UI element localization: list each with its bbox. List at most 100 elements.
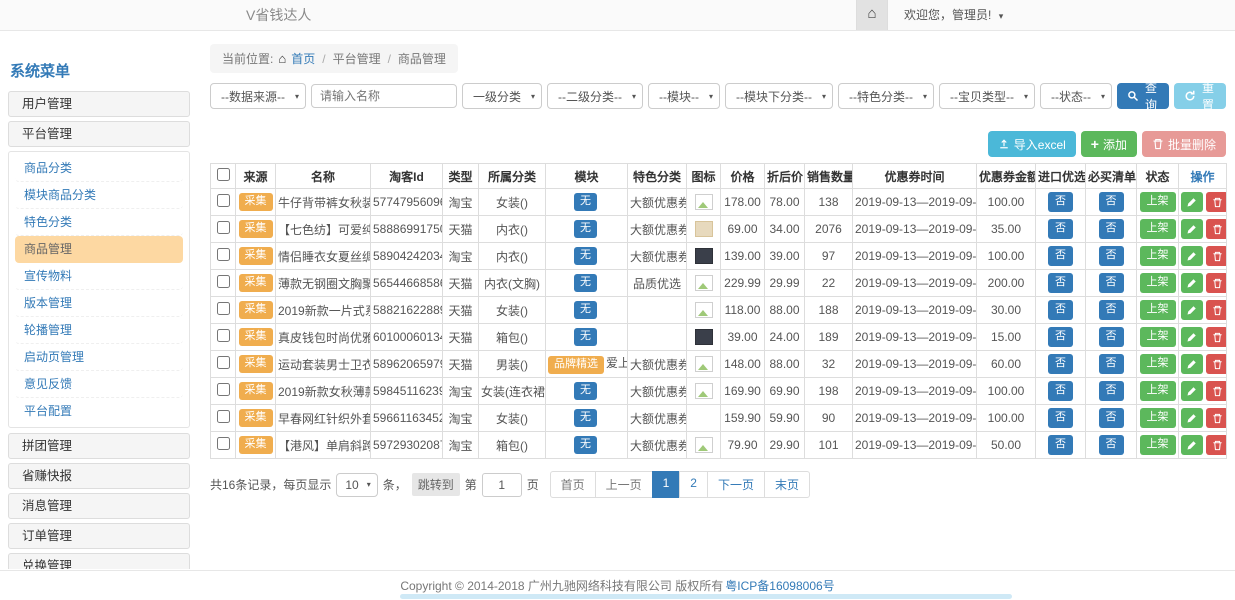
must-buy-toggle[interactable]: 否: [1099, 327, 1124, 346]
filter-select[interactable]: --特色分类-- ▾: [838, 83, 934, 109]
delete-button[interactable]: [1206, 219, 1227, 239]
status-badge[interactable]: 上架: [1140, 300, 1176, 319]
delete-button[interactable]: [1206, 327, 1227, 347]
row-checkbox[interactable]: [217, 221, 230, 234]
add-button[interactable]: + 添加: [1081, 131, 1137, 157]
delete-button[interactable]: [1206, 192, 1227, 212]
reset-button[interactable]: 重置: [1174, 83, 1226, 109]
page-number-input[interactable]: [482, 473, 522, 497]
sidebar-submenu-item[interactable]: 特色分类: [15, 209, 183, 236]
delete-button[interactable]: [1206, 381, 1227, 401]
import-select-toggle[interactable]: 否: [1048, 327, 1073, 346]
edit-button[interactable]: [1181, 381, 1203, 401]
must-buy-toggle[interactable]: 否: [1099, 219, 1124, 238]
pager-button[interactable]: 末页: [764, 471, 810, 498]
sidebar-submenu-item[interactable]: 启动页管理: [15, 344, 183, 371]
sidebar-section[interactable]: 用户管理: [8, 91, 190, 117]
sidebar-section[interactable]: 订单管理: [8, 523, 190, 549]
import-select-toggle[interactable]: 否: [1048, 246, 1073, 265]
delete-button[interactable]: [1206, 273, 1227, 293]
sidebar-section[interactable]: 省赚快报: [8, 463, 190, 489]
import-select-toggle[interactable]: 否: [1048, 435, 1073, 454]
search-button[interactable]: 查询: [1117, 83, 1169, 109]
pager-button[interactable]: 上一页: [595, 471, 653, 498]
edit-button[interactable]: [1181, 354, 1203, 374]
pager-button[interactable]: 1: [652, 471, 681, 498]
filter-select[interactable]: --宝贝类型-- ▾: [939, 83, 1035, 109]
edit-button[interactable]: [1181, 300, 1203, 320]
sidebar-submenu-item[interactable]: 意见反馈: [15, 371, 183, 398]
must-buy-toggle[interactable]: 否: [1099, 273, 1124, 292]
filter-select[interactable]: --二级分类-- ▾: [547, 83, 643, 109]
sidebar-section[interactable]: 消息管理: [8, 493, 190, 519]
batch-delete-button[interactable]: 批量删除: [1142, 131, 1226, 157]
row-checkbox[interactable]: [217, 356, 230, 369]
status-badge[interactable]: 上架: [1140, 219, 1176, 238]
edit-button[interactable]: [1181, 192, 1203, 212]
edit-button[interactable]: [1181, 408, 1203, 428]
delete-button[interactable]: [1206, 354, 1227, 374]
jump-to-button[interactable]: 跳转到: [412, 473, 460, 496]
sidebar-section[interactable]: 兑换管理: [8, 553, 190, 569]
filter-select[interactable]: 一级分类 ▾: [462, 83, 542, 109]
must-buy-toggle[interactable]: 否: [1099, 354, 1124, 373]
row-checkbox[interactable]: [217, 437, 230, 450]
row-checkbox[interactable]: [217, 302, 230, 315]
pager-button[interactable]: 首页: [550, 471, 596, 498]
must-buy-toggle[interactable]: 否: [1099, 246, 1124, 265]
status-badge[interactable]: 上架: [1140, 381, 1176, 400]
status-badge[interactable]: 上架: [1140, 192, 1176, 211]
delete-button[interactable]: [1206, 408, 1227, 428]
page-size-select[interactable]: 10 ▾: [336, 473, 377, 497]
status-badge[interactable]: 上架: [1140, 354, 1176, 373]
user-menu[interactable]: 欢迎您，管理员! ▾: [904, 0, 1003, 31]
select-all-checkbox[interactable]: [217, 168, 230, 181]
sidebar-submenu-item[interactable]: 平台配置: [15, 398, 183, 424]
status-badge[interactable]: 上架: [1140, 327, 1176, 346]
filter-select[interactable]: --模块下分类-- ▾: [725, 83, 833, 109]
sidebar-submenu-item[interactable]: 商品分类: [15, 155, 183, 182]
pager-button[interactable]: 下一页: [707, 471, 765, 498]
sidebar-section[interactable]: 平台管理: [8, 121, 190, 147]
filter-select[interactable]: --模块-- ▾: [648, 83, 720, 109]
edit-button[interactable]: [1181, 273, 1203, 293]
row-checkbox[interactable]: [217, 410, 230, 423]
sidebar-submenu-item[interactable]: 宣传物料: [15, 263, 183, 290]
icp-link[interactable]: 粤ICP备16098006号: [725, 577, 834, 594]
import-excel-button[interactable]: 导入excel: [988, 131, 1076, 157]
delete-button[interactable]: [1206, 300, 1227, 320]
sidebar-submenu-item[interactable]: 轮播管理: [15, 317, 183, 344]
import-select-toggle[interactable]: 否: [1048, 381, 1073, 400]
row-checkbox[interactable]: [217, 383, 230, 396]
breadcrumb-home-link[interactable]: 首页: [291, 50, 315, 67]
must-buy-toggle[interactable]: 否: [1099, 381, 1124, 400]
filter-select[interactable]: --状态-- ▾: [1040, 83, 1112, 109]
delete-button[interactable]: [1206, 435, 1227, 455]
edit-button[interactable]: [1181, 435, 1203, 455]
name-search-input[interactable]: [311, 84, 457, 108]
row-checkbox[interactable]: [217, 275, 230, 288]
import-select-toggle[interactable]: 否: [1048, 273, 1073, 292]
import-select-toggle[interactable]: 否: [1048, 354, 1073, 373]
filter-select-source[interactable]: --数据来源-- ▾: [210, 83, 306, 109]
edit-button[interactable]: [1181, 219, 1203, 239]
must-buy-toggle[interactable]: 否: [1099, 300, 1124, 319]
edit-button[interactable]: [1181, 327, 1203, 347]
import-select-toggle[interactable]: 否: [1048, 300, 1073, 319]
import-select-toggle[interactable]: 否: [1048, 408, 1073, 427]
delete-button[interactable]: [1206, 246, 1227, 266]
must-buy-toggle[interactable]: 否: [1099, 435, 1124, 454]
import-select-toggle[interactable]: 否: [1048, 192, 1073, 211]
row-checkbox[interactable]: [217, 248, 230, 261]
sidebar-section[interactable]: 拼团管理: [8, 433, 190, 459]
row-checkbox[interactable]: [217, 194, 230, 207]
status-badge[interactable]: 上架: [1140, 273, 1176, 292]
must-buy-toggle[interactable]: 否: [1099, 408, 1124, 427]
sidebar-submenu-item[interactable]: 模块商品分类: [15, 182, 183, 209]
home-button[interactable]: ⌂: [856, 0, 888, 30]
import-select-toggle[interactable]: 否: [1048, 219, 1073, 238]
horizontal-scrollbar[interactable]: [400, 594, 1012, 599]
must-buy-toggle[interactable]: 否: [1099, 192, 1124, 211]
status-badge[interactable]: 上架: [1140, 408, 1176, 427]
row-checkbox[interactable]: [217, 329, 230, 342]
